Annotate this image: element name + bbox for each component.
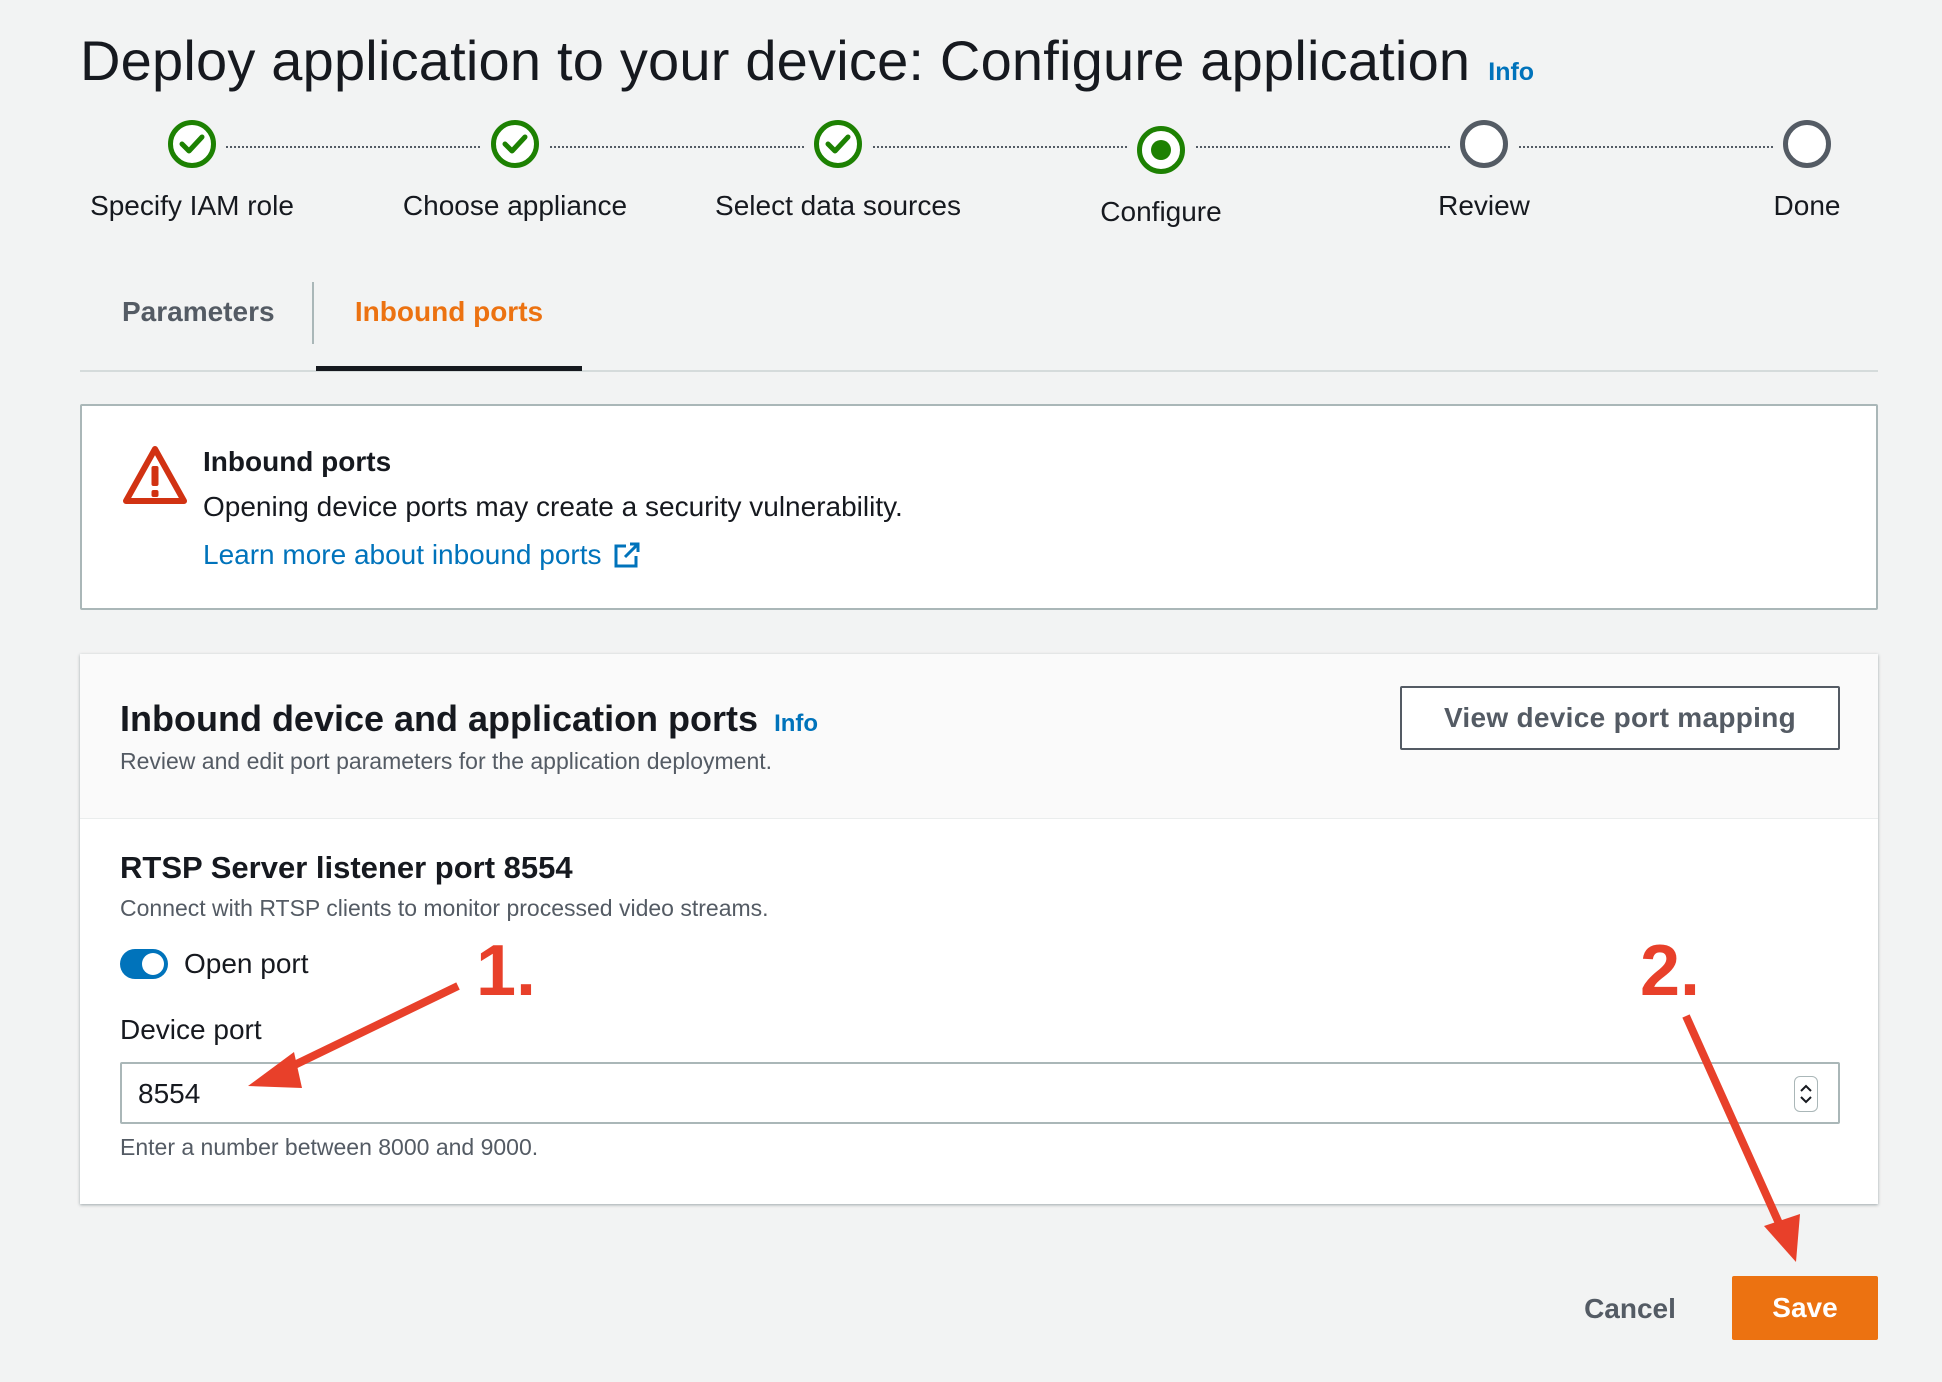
device-port-hint: Enter a number between 8000 and 9000. bbox=[120, 1134, 539, 1160]
step-label: Review bbox=[1438, 190, 1530, 221]
step-select-data-sources[interactable]: Select data sources bbox=[688, 120, 988, 222]
step-done: Done bbox=[1657, 120, 1942, 222]
inbound-ports-panel: Inbound device and application ports Inf… bbox=[80, 654, 1878, 1204]
device-port-label: Device port bbox=[120, 1014, 262, 1045]
open-port-toggle-row: Open port bbox=[120, 948, 309, 980]
tab-divider bbox=[312, 282, 314, 344]
annotation-label-1: 1. bbox=[476, 931, 537, 1011]
port-field-title: RTSP Server listener port 8554 bbox=[120, 850, 573, 885]
tab-inbound-ports[interactable]: Inbound ports bbox=[316, 282, 582, 370]
step-configure: Configure bbox=[1011, 126, 1311, 228]
config-tabs: Parameters Inbound ports bbox=[80, 282, 1878, 372]
step-pending-icon bbox=[1460, 120, 1508, 168]
learn-more-link[interactable]: Learn more about inbound ports bbox=[203, 539, 642, 571]
open-port-label: Open port bbox=[184, 948, 309, 979]
step-label: Select data sources bbox=[715, 190, 961, 221]
page-title: Deploy application to your device: Confi… bbox=[80, 29, 1471, 92]
port-field-description: Connect with RTSP clients to monitor pro… bbox=[120, 895, 769, 921]
panel-header: Inbound device and application ports Inf… bbox=[80, 654, 1878, 819]
step-choose-appliance[interactable]: Choose appliance bbox=[365, 120, 665, 222]
step-label: Specify IAM role bbox=[90, 190, 294, 221]
title-info-link[interactable]: Info bbox=[1488, 58, 1534, 87]
title-row: Deploy application to your device: Confi… bbox=[80, 28, 1534, 93]
panel-description: Review and edit port parameters for the … bbox=[120, 748, 773, 774]
panel-info-link[interactable]: Info bbox=[774, 710, 818, 738]
step-complete-icon bbox=[168, 120, 216, 168]
device-port-input[interactable]: 8554 bbox=[120, 1062, 1840, 1124]
warning-icon bbox=[122, 444, 188, 511]
annotation-arrowhead-2 bbox=[1764, 1214, 1800, 1262]
device-port-value[interactable]: 8554 bbox=[138, 1078, 200, 1110]
alert-message: Opening device ports may create a securi… bbox=[203, 491, 903, 522]
step-complete-icon bbox=[491, 120, 539, 168]
cancel-button[interactable]: Cancel bbox=[1560, 1278, 1700, 1340]
open-port-toggle[interactable] bbox=[120, 949, 168, 979]
annotation-label-2: 2. bbox=[1640, 931, 1701, 1011]
step-label: Configure bbox=[1100, 196, 1222, 227]
panel-title: Inbound device and application ports bbox=[120, 698, 759, 739]
step-specify-iam-role[interactable]: Specify IAM role bbox=[42, 120, 342, 222]
number-spinner-icon[interactable] bbox=[1794, 1076, 1818, 1112]
deploy-configure-page: Deploy application to your device: Confi… bbox=[0, 0, 1942, 1382]
security-warning-alert: Inbound ports Opening device ports may c… bbox=[80, 404, 1878, 610]
step-complete-icon bbox=[814, 120, 862, 168]
step-pending-icon bbox=[1783, 120, 1831, 168]
learn-more-link-label[interactable]: Learn more about inbound ports bbox=[203, 539, 602, 571]
wizard-stepper: Specify IAM role Choose appliance Select… bbox=[0, 120, 1942, 240]
step-label: Done bbox=[1773, 190, 1841, 221]
tab-parameters[interactable]: Parameters bbox=[122, 282, 275, 370]
step-review: Review bbox=[1334, 120, 1634, 222]
step-current-icon bbox=[1137, 126, 1185, 174]
active-tab-indicator bbox=[316, 366, 582, 371]
step-label: Choose appliance bbox=[402, 190, 628, 221]
save-button[interactable]: Save bbox=[1732, 1276, 1878, 1340]
external-link-icon bbox=[614, 542, 639, 568]
view-device-port-mapping-button[interactable]: View device port mapping bbox=[1400, 686, 1840, 750]
alert-title: Inbound ports bbox=[203, 446, 392, 477]
panel-title-row: Inbound device and application ports Inf… bbox=[120, 698, 818, 740]
